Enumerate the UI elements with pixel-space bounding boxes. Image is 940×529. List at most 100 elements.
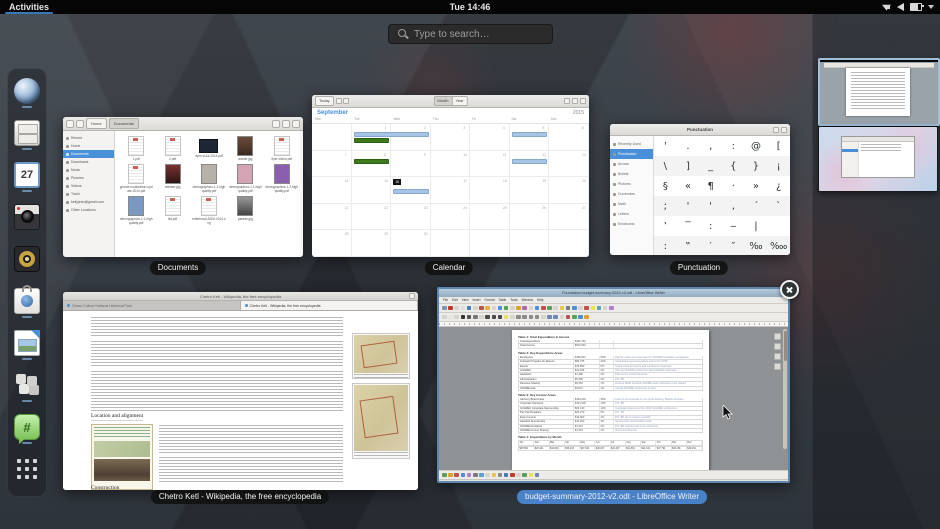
toolbar-icon[interactable] (510, 306, 515, 311)
menu-insert[interactable]: Insert (473, 298, 481, 302)
toolbar-icon[interactable] (461, 473, 466, 478)
glyph-cell[interactable]: ‰ (745, 236, 768, 255)
menu-view[interactable]: View (462, 298, 469, 302)
glyph-cell[interactable]: ¡ (767, 156, 790, 176)
workspace-thumbnail-1[interactable] (818, 58, 940, 126)
glyph-cell[interactable]: « (677, 176, 700, 196)
view-year-button[interactable]: Year (453, 96, 468, 106)
calendar-event[interactable] (354, 132, 429, 137)
category-bullets[interactable]: Bullets (610, 169, 653, 179)
toolbar-icon[interactable] (547, 315, 552, 320)
dash-item-calendar[interactable]: 27 (10, 162, 44, 200)
view-toggle-icon[interactable] (282, 120, 290, 128)
toolbar-icon[interactable] (448, 306, 453, 311)
glyph-cell[interactable]: ; (654, 196, 677, 216)
glyph-cell[interactable]: _ (699, 156, 722, 176)
file-item[interactable]: gnome-localization-update-2014.pdf (119, 164, 153, 193)
toolbar-icon[interactable] (461, 306, 466, 311)
window-calendar[interactable]: Today Month Year September 2015 MonTueWe… (312, 95, 589, 257)
toolbar-icon[interactable] (492, 306, 497, 311)
activities-button[interactable]: Activities (5, 0, 53, 14)
toolbar-icon[interactable] (498, 306, 503, 311)
search-input[interactable]: Type to search… (388, 24, 553, 44)
toolbar-icon[interactable] (454, 315, 459, 320)
sidebar-item-music[interactable]: Music (63, 166, 114, 174)
dash-item-characters[interactable] (10, 372, 44, 410)
glyph-cell[interactable]: } (745, 156, 768, 176)
forward-icon[interactable] (76, 120, 84, 128)
toolbar-icon[interactable] (529, 473, 534, 478)
glyph-cell[interactable]: · (722, 176, 745, 196)
calendar-cell[interactable] (510, 230, 550, 257)
calendar-cell[interactable] (470, 230, 510, 257)
path-documents-button[interactable]: Documents (109, 118, 139, 129)
dash-item-chat[interactable]: # (10, 414, 44, 452)
menu-format[interactable]: Format (484, 298, 494, 302)
menu-edit[interactable]: Edit (452, 298, 458, 302)
menu-table[interactable]: Table (499, 298, 507, 302)
toolbar-icon[interactable] (516, 306, 521, 311)
file-item[interactable]: demographics-1.1-highquality.pdf (228, 164, 262, 193)
glyph-cell[interactable]: ¿ (767, 176, 790, 196)
glyph-cell[interactable]: ″ (722, 236, 745, 255)
file-item[interactable]: parade.jpg (228, 196, 262, 225)
toolbar-icon[interactable] (553, 315, 558, 320)
dash-item-music[interactable] (10, 246, 44, 284)
toolbar-icon[interactable] (560, 306, 565, 311)
calendar-cell[interactable] (549, 230, 589, 257)
toolbar-icon[interactable] (510, 473, 515, 478)
toolbar-icon[interactable] (609, 306, 614, 311)
calendar-event[interactable] (512, 159, 548, 164)
toolbar-icon[interactable] (566, 315, 571, 320)
toolbar-icon[interactable] (479, 306, 484, 311)
toolbar-icon[interactable] (467, 473, 472, 478)
view-month-button[interactable]: Month (433, 96, 452, 106)
glyph-cell[interactable]: ‚ (722, 196, 745, 216)
toolbar-icon[interactable] (510, 315, 515, 320)
glyph-cell[interactable]: ‒ (722, 216, 745, 236)
glyph-cell[interactable]: ] (677, 156, 700, 176)
file-item[interactable]: demographics-1.1-highquality.pdf (119, 196, 153, 225)
toolbar-icon[interactable] (578, 306, 583, 311)
toolbar-icon[interactable] (454, 306, 459, 311)
toolbar-icon[interactable] (597, 306, 602, 311)
toolbar-icon[interactable] (572, 306, 577, 311)
glyph-cell[interactable]: . (677, 136, 700, 156)
file-item[interactable]: list.pdf (155, 196, 189, 225)
toolbar-icon[interactable] (442, 473, 447, 478)
sidebar-item-pictures[interactable]: Pictures (63, 174, 114, 182)
toolbar-icon[interactable] (516, 473, 521, 478)
toolbar-icon[interactable] (560, 315, 565, 320)
glyph-cell[interactable]: ‛ (654, 216, 677, 236)
file-item[interactable]: release.jpg (155, 164, 189, 193)
toolbar-icon[interactable] (479, 473, 484, 478)
toolbar-icon[interactable] (485, 315, 490, 320)
menu-window[interactable]: Window (522, 298, 533, 302)
calendar-cell[interactable] (431, 230, 471, 257)
close-icon[interactable] (409, 293, 415, 299)
toolbar-icon[interactable] (591, 306, 596, 311)
sidebar-item-downloads[interactable]: Downloads (63, 158, 114, 166)
file-item[interactable]: demographics-1.1-highquality.pdf (192, 164, 226, 193)
glyph-cell[interactable]: : (722, 136, 745, 156)
sidebar-item-kellyjean-gmail-com[interactable]: kellyjean@gmail.com (63, 198, 114, 206)
dash-item-photos[interactable] (10, 204, 44, 242)
dash-item-software[interactable] (10, 288, 44, 326)
toolbar-icon[interactable] (541, 306, 546, 311)
toolbar-icon[interactable] (473, 306, 478, 311)
menu-icon[interactable] (292, 120, 300, 128)
glyph-cell[interactable]: ¶ (699, 176, 722, 196)
category-punctuation[interactable]: Punctuation (610, 149, 653, 159)
thumbnail-map[interactable] (352, 383, 410, 459)
toolbar-icon[interactable] (535, 473, 540, 478)
toolbar-icon[interactable] (522, 306, 527, 311)
glyph-cell[interactable]: ' (654, 136, 677, 156)
clock[interactable]: Tue 14:46 (0, 2, 940, 12)
back-icon[interactable] (66, 120, 74, 128)
category-currencies[interactable]: Currencies (610, 189, 653, 199)
window-documents[interactable]: Home Documents RecentHomeDocumentsDownlo… (63, 117, 303, 257)
glyph-cell[interactable]: ‱ (767, 236, 790, 255)
dash-item-web-browser[interactable] (10, 78, 44, 116)
category-arrows[interactable]: Arrows (610, 159, 653, 169)
glyph-cell[interactable]: | (745, 216, 768, 236)
